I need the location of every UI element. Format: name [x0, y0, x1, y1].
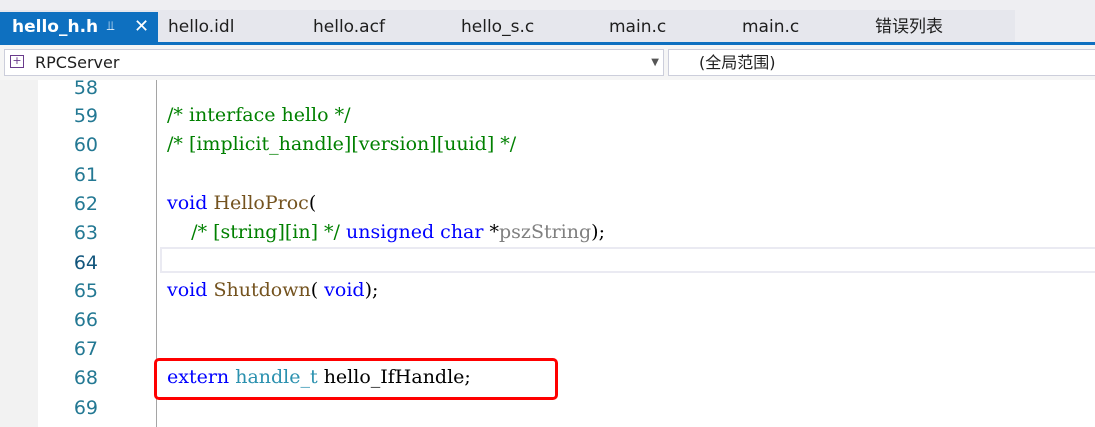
- line-number: 66: [73, 309, 98, 331]
- line-number: 65: [73, 280, 98, 302]
- current-line-highlight: [160, 247, 1095, 273]
- tab-label: hello_h.h: [12, 17, 99, 37]
- keyword: char: [440, 221, 484, 243]
- code-line-65[interactable]: void Shutdown( void);: [167, 279, 378, 301]
- line-number: 58: [73, 77, 98, 99]
- tab-hello-h-h[interactable]: hello_h.h ⫫ ✕: [0, 12, 158, 42]
- navigation-bar: + RPCServer ▼ (全局范围): [0, 45, 1095, 80]
- line-number: 62: [73, 193, 98, 215]
- class-icon: +: [10, 55, 24, 68]
- comment: /* interface hello */: [167, 104, 351, 126]
- comment: /* [string][in] */: [191, 221, 340, 243]
- close-icon[interactable]: ✕: [134, 12, 149, 42]
- tab-main-c[interactable]: main.c: [609, 12, 666, 42]
- line-number: 59: [73, 105, 98, 127]
- code-line-59[interactable]: /* interface hello */: [167, 104, 351, 126]
- tab-hello-s-c[interactable]: hello_s.c: [461, 12, 534, 42]
- tab-main-c-2[interactable]: main.c: [742, 12, 799, 42]
- punctuation: (: [310, 279, 319, 301]
- line-number: 68: [73, 367, 98, 389]
- line-number: 63: [73, 222, 98, 244]
- dropdown-arrow-icon[interactable]: ▼: [651, 50, 659, 75]
- tab-hello-idl[interactable]: hello.idl: [168, 12, 234, 42]
- function-name: HelloProc: [213, 192, 309, 214]
- code-line-62[interactable]: void HelloProc(: [167, 192, 316, 214]
- function-name: Shutdown: [213, 279, 311, 301]
- punctuation: );: [591, 221, 605, 243]
- punctuation: (: [308, 192, 317, 214]
- keyword: unsigned: [346, 221, 435, 243]
- code-line-63[interactable]: /* [string][in] */ unsigned char *pszStr…: [167, 221, 605, 243]
- scope-dropdown[interactable]: (全局范围): [668, 49, 1095, 76]
- line-number: 69: [73, 397, 98, 419]
- tab-error-list[interactable]: 错误列表: [875, 12, 943, 42]
- project-name: RPCServer: [35, 53, 120, 72]
- pin-icon[interactable]: ⫫: [107, 12, 114, 42]
- indicator-margin: [0, 80, 38, 427]
- line-number: 67: [73, 338, 98, 360]
- parameter: pszString: [499, 221, 592, 243]
- code-editor[interactable]: 58 59 60 61 62 63 64 65 66 67 68 69 /* i…: [0, 77, 1095, 427]
- document-tab-bar: hello_h.h ⫫ ✕ hello.idl hello.acf hello_…: [0, 0, 1095, 42]
- comment: /* [implicit_handle][version][uuid] */: [167, 133, 517, 155]
- annotation-highlight-box: [154, 358, 558, 400]
- pointer: *: [489, 221, 500, 243]
- punctuation: );: [364, 279, 379, 301]
- tab-hello-acf[interactable]: hello.acf: [313, 12, 385, 42]
- keyword: void: [167, 192, 208, 214]
- scope-label: (全局范围): [699, 53, 776, 72]
- project-dropdown[interactable]: + RPCServer ▼: [4, 49, 664, 76]
- line-number: 61: [73, 164, 98, 186]
- code-line-60[interactable]: /* [implicit_handle][version][uuid] */: [167, 133, 516, 155]
- line-number-current: 64: [73, 252, 98, 274]
- line-number: 60: [73, 134, 98, 156]
- keyword: void: [324, 279, 365, 301]
- keyword: void: [167, 279, 208, 301]
